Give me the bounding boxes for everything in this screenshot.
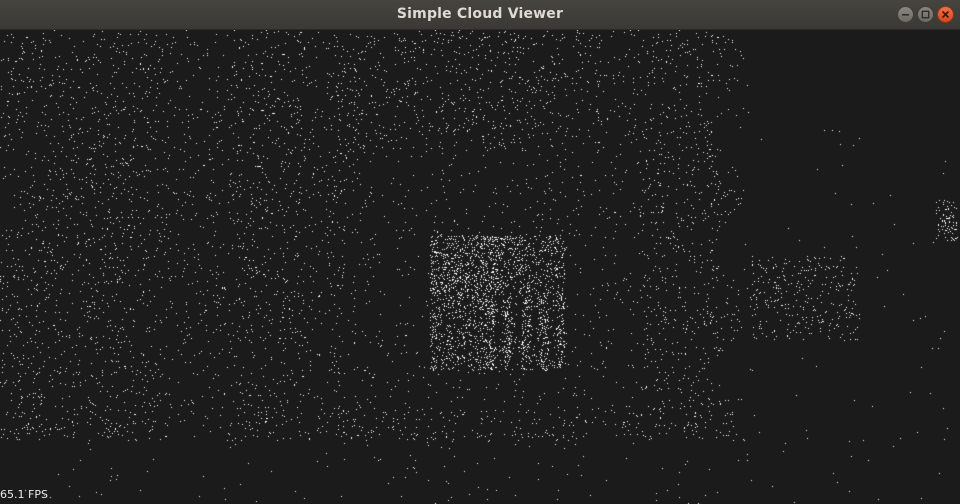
close-icon [941, 10, 950, 19]
app-window: Simple Cloud Viewer 65.1 FPS [0, 0, 960, 504]
point-cloud-canvas[interactable] [0, 30, 960, 504]
fps-counter: 65.1 FPS [0, 488, 48, 501]
title-bar[interactable]: Simple Cloud Viewer [0, 0, 960, 30]
point-cloud-viewport[interactable]: 65.1 FPS [0, 30, 960, 504]
window-controls [897, 6, 954, 23]
minimize-button[interactable] [897, 6, 914, 23]
maximize-button[interactable] [917, 6, 934, 23]
minimize-icon [902, 14, 909, 16]
close-button[interactable] [937, 6, 954, 23]
maximize-icon [921, 10, 930, 19]
window-title: Simple Cloud Viewer [396, 6, 564, 22]
